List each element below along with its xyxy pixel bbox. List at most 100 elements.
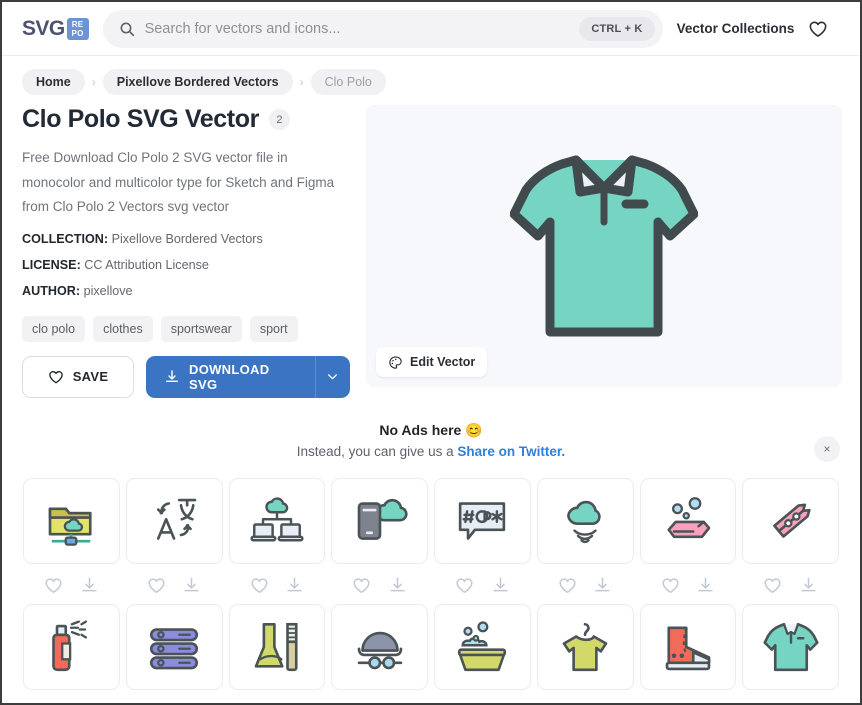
icon-card[interactable]	[23, 477, 120, 564]
wash-basin-bubbles-icon	[458, 620, 507, 671]
icon-card[interactable]	[331, 477, 428, 564]
download-svg-button[interactable]: DOWNLOAD SVG	[146, 355, 350, 398]
download-options-toggle[interactable]	[314, 355, 350, 398]
icon-card[interactable]	[742, 603, 839, 690]
icon-card[interactable]	[434, 603, 531, 690]
download-icon[interactable]	[388, 576, 407, 595]
heart-icon[interactable]	[352, 576, 371, 595]
tag-item[interactable]: sportswear	[160, 315, 242, 342]
heart-icon	[48, 370, 63, 383]
heart-icon[interactable]	[661, 576, 680, 595]
phone-cloud-icon	[357, 498, 408, 540]
tag-item[interactable]: clothes	[93, 315, 153, 342]
icon-card[interactable]	[228, 477, 326, 564]
search-icon	[120, 22, 134, 36]
no-ads-banner: No Ads here 😊 Instead, you can give us a…	[22, 421, 840, 462]
heart-icon[interactable]	[250, 576, 269, 595]
grid-cell	[534, 601, 637, 693]
card-actions	[431, 567, 534, 599]
grid-cell	[226, 475, 329, 567]
site-logo[interactable]: SVG RE PO	[22, 17, 89, 41]
chevron-down-icon	[328, 374, 338, 380]
download-icon[interactable]	[285, 576, 304, 595]
detail-info-column: Clo Polo SVG Vector 2 Free Download Clo …	[20, 105, 350, 398]
search-bar[interactable]: CTRL + K	[102, 9, 663, 48]
card-actions	[637, 567, 740, 599]
icon-card[interactable]	[331, 603, 428, 690]
icon-card[interactable]	[23, 603, 120, 690]
download-icon[interactable]	[182, 576, 201, 595]
nav-vector-collections[interactable]: Vector Collections	[677, 21, 795, 36]
edit-vector-button[interactable]: Edit Vector	[376, 347, 488, 377]
icon-card[interactable]	[639, 477, 737, 564]
heart-icon[interactable]	[147, 576, 166, 595]
icon-card[interactable]	[536, 477, 634, 564]
share-on-twitter-link[interactable]: Share on Twitter.	[457, 444, 565, 459]
tag-item[interactable]: clo polo	[22, 315, 86, 342]
icon-card[interactable]	[536, 603, 634, 690]
swear-speech-bubble-icon	[459, 501, 506, 540]
main-content: Clo Polo SVG Vector 2 Free Download Clo …	[2, 105, 860, 398]
cloud-folder-network-icon	[49, 506, 92, 546]
heart-icon[interactable]	[44, 576, 63, 595]
palette-icon	[389, 355, 402, 369]
grid-cell	[431, 475, 534, 567]
heart-icon[interactable]	[558, 576, 577, 595]
breadcrumb: Home › Pixellove Bordered Vectors › Clo …	[2, 56, 860, 105]
meta-value-author: pixellove	[83, 283, 133, 298]
icon-card[interactable]	[639, 603, 737, 690]
related-icons-grid	[2, 465, 860, 567]
meta-value-license: CC Attribution License	[84, 257, 209, 272]
download-icon[interactable]	[593, 576, 612, 595]
icon-card[interactable]	[125, 477, 223, 564]
card-actions	[739, 567, 842, 599]
page-title: Clo Polo SVG Vector	[22, 105, 259, 133]
download-icon[interactable]	[491, 576, 510, 595]
heart-icon[interactable]	[763, 576, 782, 595]
icon-card[interactable]	[742, 477, 839, 564]
meta-key-license: LICENSE:	[22, 257, 81, 272]
heart-icon[interactable]	[808, 19, 828, 39]
heart-icon[interactable]	[455, 576, 474, 595]
no-ads-subtitle: Instead, you can give us a Share on Twit…	[297, 444, 565, 459]
save-button-label: SAVE	[72, 369, 109, 384]
grid-cell	[637, 475, 740, 567]
icon-card[interactable]	[434, 477, 531, 564]
download-icon[interactable]	[80, 576, 99, 595]
grid-cell	[20, 475, 123, 567]
download-svg-main[interactable]: DOWNLOAD SVG	[146, 356, 315, 398]
close-icon[interactable]: ×	[814, 435, 840, 462]
meta-list: COLLECTION: Pixellove Bordered Vectors L…	[22, 226, 350, 304]
breadcrumb-item-collection[interactable]: Pixellove Bordered Vectors	[102, 69, 293, 95]
no-ads-title: No Ads here 😊	[379, 421, 483, 438]
variant-count-badge: 2	[268, 109, 290, 130]
card-actions	[328, 567, 431, 599]
breadcrumb-item-current: Clo Polo	[310, 69, 386, 95]
meta-key-author: AUTHOR:	[22, 283, 81, 298]
download-icon[interactable]	[799, 576, 818, 595]
card-actions	[123, 567, 226, 599]
sneaker-icon	[665, 625, 711, 670]
tag-item[interactable]: sport	[249, 315, 298, 342]
cloud-wifi-icon	[567, 500, 601, 543]
tag-list: clo polo clothes sportswear sport	[22, 315, 350, 342]
meta-key-collection: COLLECTION:	[22, 231, 109, 246]
no-ads-sub-prefix: Instead, you can give us a	[296, 443, 458, 459]
site-header: SVG RE PO CTRL + K Vector Collections	[2, 2, 860, 56]
cloud-network-diagram-icon	[250, 496, 304, 541]
page-root: SVG RE PO CTRL + K Vector Collections Ho…	[2, 2, 860, 703]
meta-row-author: AUTHOR: pixellove	[22, 278, 350, 304]
breadcrumb-item-home[interactable]: Home	[22, 69, 85, 95]
download-icon[interactable]	[696, 576, 715, 595]
icon-card[interactable]	[228, 603, 326, 690]
grid-cell	[739, 601, 842, 693]
description-text: Free Download Clo Polo 2 SVG vector file…	[22, 150, 335, 214]
icon-card[interactable]	[125, 603, 223, 690]
search-input[interactable]	[144, 20, 570, 37]
edit-vector-label: Edit Vector	[410, 355, 476, 369]
download-icon	[165, 369, 179, 382]
logo-badge: RE PO	[66, 17, 89, 40]
grid-cell	[123, 601, 226, 693]
meta-row-license: LICENSE: CC Attribution License	[22, 252, 350, 278]
save-button[interactable]: SAVE	[22, 355, 135, 398]
